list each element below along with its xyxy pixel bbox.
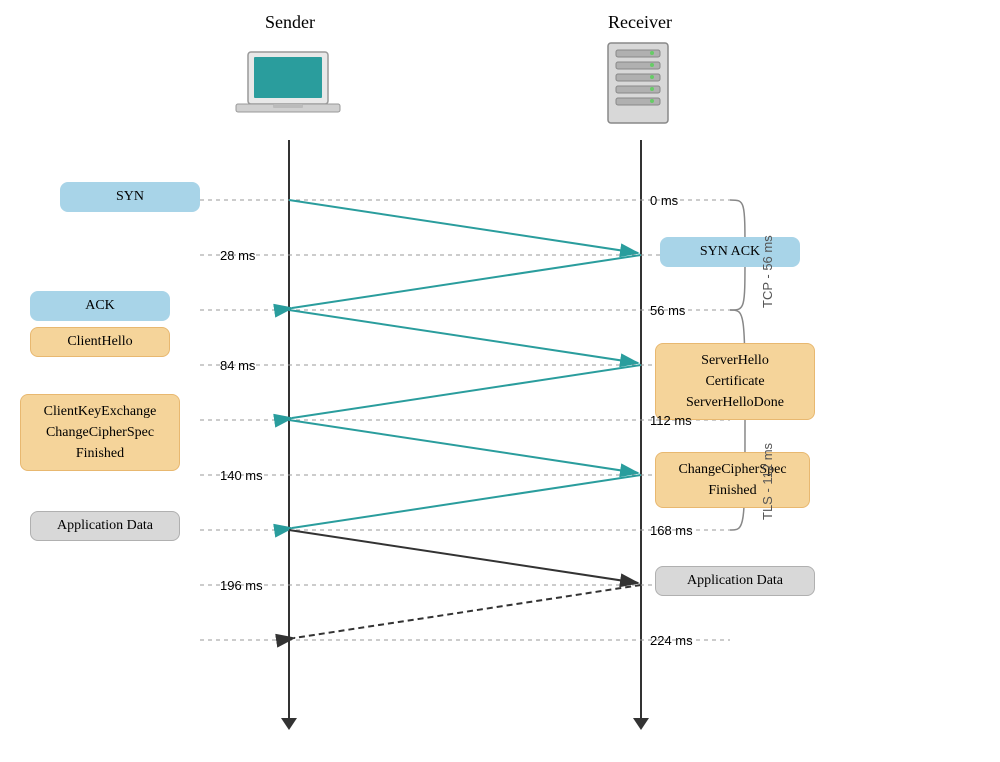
app-data-right-box: Application Data — [655, 566, 815, 596]
client-key-text: ClientKeyExchange ChangeCipherSpec Finis… — [44, 404, 157, 461]
time-168ms: 168 ms — [650, 523, 693, 538]
diagram-svg — [0, 0, 1000, 762]
time-56ms: 56 ms — [650, 303, 685, 318]
server-hello-box: ServerHello Certificate ServerHelloDone — [655, 343, 815, 420]
tcp-brace-label: TCP - 56 ms — [760, 218, 775, 308]
time-140ms: 140 ms — [220, 468, 263, 483]
client-key-exchange-box: ClientKeyExchange ChangeCipherSpec Finis… — [20, 394, 180, 471]
time-28ms: 28 ms — [220, 248, 255, 263]
time-196ms: 196 ms — [220, 578, 263, 593]
diagram-container: Sender Receiver — [0, 0, 1000, 762]
time-0ms: 0 ms — [650, 193, 678, 208]
ack-box: ACK — [30, 291, 170, 321]
time-112ms: 112 ms — [650, 413, 692, 428]
syn-ack-box: SYN ACK — [660, 237, 800, 267]
sender-device-icon — [228, 42, 348, 137]
sender-label: Sender — [230, 12, 350, 33]
time-84ms: 84 ms — [220, 358, 255, 373]
app-data-left-box: Application Data — [30, 511, 180, 541]
client-hello-box: ClientHello — [30, 327, 170, 357]
tls-brace-label: TLS - 112 ms — [760, 360, 775, 520]
receiver-label: Receiver — [580, 12, 700, 33]
receiver-device-icon — [588, 38, 688, 138]
time-224ms: 224 ms — [650, 633, 693, 648]
syn-box: SYN — [60, 182, 200, 212]
change-cipher-box: ChangeCipherSpec Finished — [655, 452, 810, 508]
